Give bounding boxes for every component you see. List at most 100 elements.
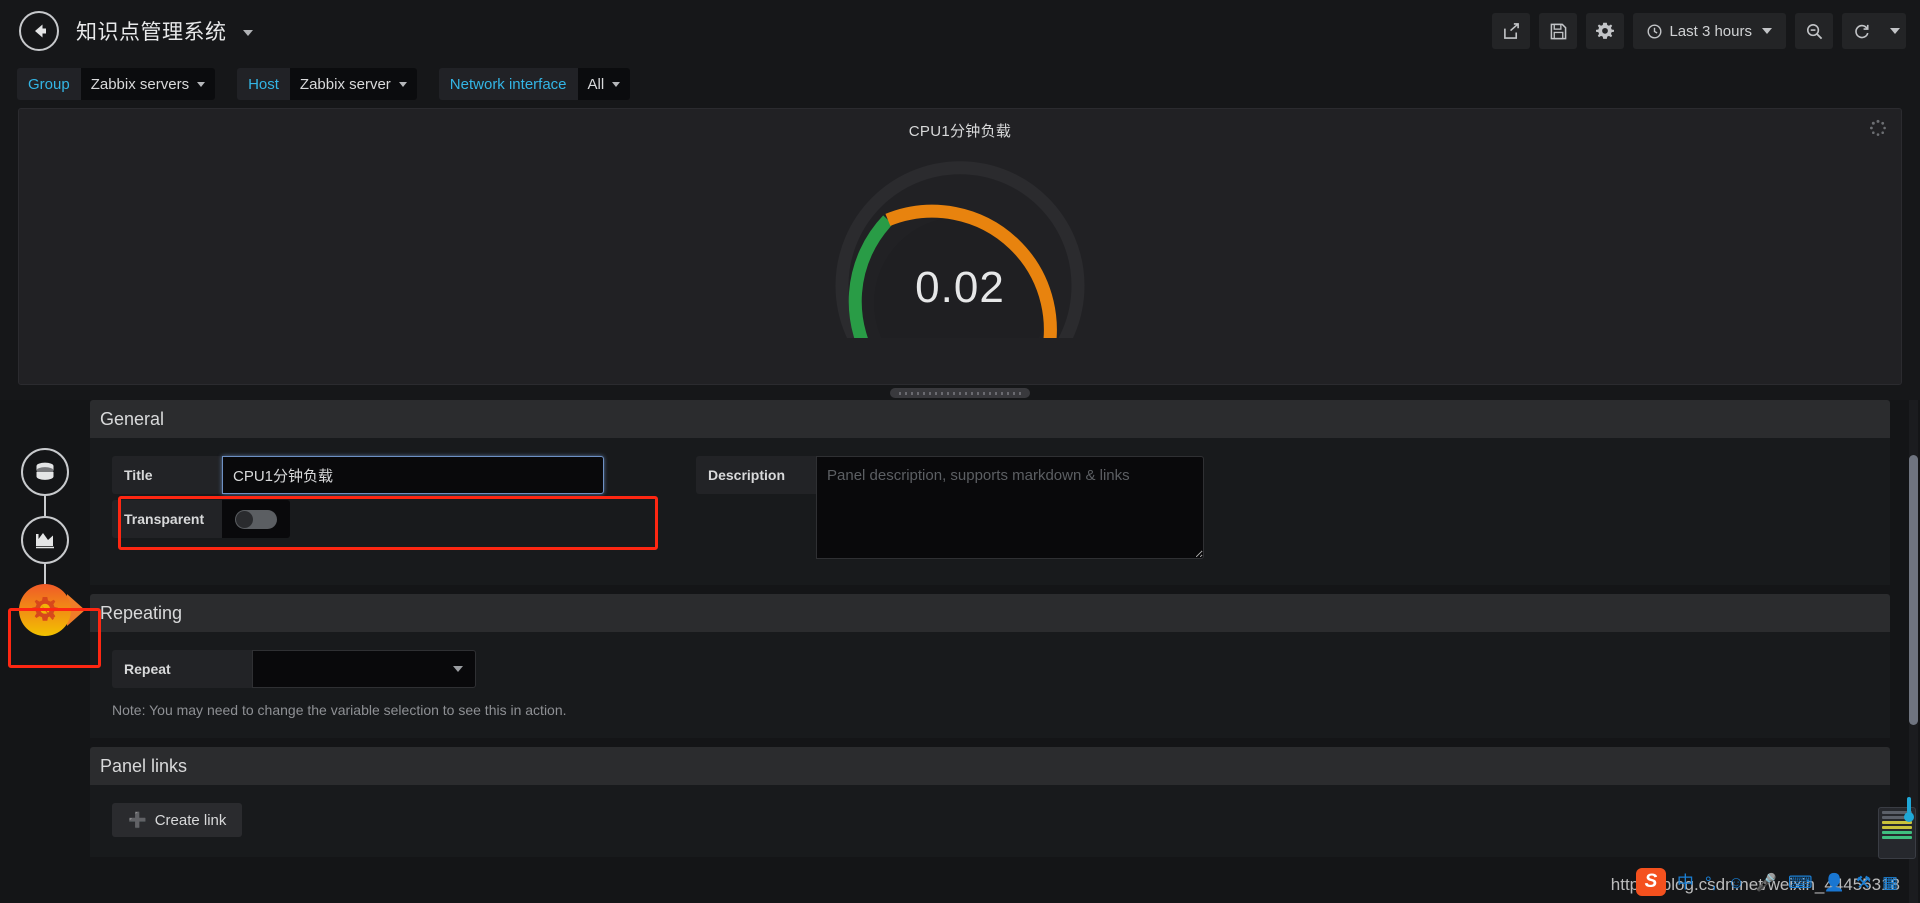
title-label: Title — [112, 456, 222, 494]
repeat-field-group: Repeat — [112, 650, 1890, 688]
toolbox-icon[interactable]: ⚒ — [1856, 874, 1871, 891]
variable-label-group: Group — [17, 68, 81, 100]
template-variable-bar: Group Zabbix servers Host Zabbix server … — [0, 62, 1920, 106]
punctuation-icon[interactable]: °, — [1705, 874, 1717, 891]
transparent-field-group: Transparent — [112, 500, 672, 538]
plus-icon: ➕ — [128, 812, 147, 829]
variable-network-interface: Network interface All — [438, 68, 631, 100]
transparent-toggle[interactable] — [222, 500, 290, 538]
description-label: Description — [696, 456, 816, 494]
create-link-label: Create link — [154, 811, 227, 829]
general-section-body: Title Transparent — [90, 438, 1890, 585]
general-tab[interactable] — [19, 584, 71, 636]
gauge-visualization: 0.02 — [825, 153, 1095, 389]
panel-title-text: CPU1分钟负载 — [908, 123, 1012, 140]
dashboard-title-text: 知识点管理系统 — [76, 21, 227, 44]
graph-area-icon — [36, 533, 54, 549]
time-range-label: Last 3 hours — [1669, 22, 1752, 40]
gauge-value-text: 0.02 — [915, 263, 1005, 312]
navbar-actions: Last 3 hours — [1492, 0, 1906, 62]
panel-description-textarea[interactable] — [816, 456, 1204, 559]
queries-tab[interactable] — [21, 448, 69, 496]
chevron-down-icon — [453, 666, 463, 672]
repeating-section-body: Repeat Note: You may need to change the … — [90, 632, 1890, 738]
refresh-button[interactable] — [1842, 13, 1880, 49]
variable-value-host: Zabbix server — [299, 75, 391, 93]
chevron-down-icon — [1889, 28, 1900, 34]
chinese-mode-icon[interactable]: 中 — [1677, 874, 1694, 891]
variable-value-network-interface: All — [587, 75, 605, 93]
save-floppy-icon — [1550, 23, 1567, 39]
visualization-tab[interactable] — [21, 516, 69, 564]
editor-scrollbar-thumb[interactable] — [1909, 455, 1918, 725]
share-dashboard-button[interactable] — [1492, 13, 1531, 49]
refresh-group — [1842, 13, 1906, 49]
general-tab-wrapper — [19, 584, 85, 636]
gear-wrench-icon — [32, 597, 58, 621]
variable-label-network-interface: Network interface — [438, 68, 578, 100]
variable-value-group: Zabbix servers — [90, 75, 190, 93]
general-fields-row: Title Transparent — [112, 456, 1890, 565]
general-left-column: Title Transparent — [112, 456, 672, 544]
variable-dropdown-host[interactable]: Zabbix server — [289, 68, 417, 100]
top-navbar: 知识点管理系统 Last 3 hours — [0, 0, 1920, 62]
variable-dropdown-network-interface[interactable]: All — [577, 68, 631, 100]
transparent-label: Transparent — [112, 500, 222, 538]
thermometer-icon — [1904, 797, 1914, 823]
dashboard-title[interactable]: 知识点管理系统 — [76, 16, 253, 46]
create-link-button[interactable]: ➕ Create link — [112, 803, 243, 837]
database-icon — [36, 462, 54, 480]
panel-links-section-header: Panel links — [90, 747, 1890, 785]
grafana-panel-edit-screen: 知识点管理系统 Last 3 hours Group Zabbix server… — [0, 0, 1920, 903]
microphone-icon[interactable]: 🎤 — [1756, 874, 1777, 891]
sogou-logo-icon[interactable]: S — [1635, 868, 1666, 896]
gear-icon — [1596, 22, 1615, 39]
panel-icon[interactable]: ▦ — [1882, 874, 1898, 891]
minimap-line — [1882, 831, 1912, 834]
panel-title-input[interactable] — [222, 456, 604, 494]
search-minus-icon — [1806, 23, 1822, 39]
dashboard-settings-button[interactable] — [1586, 13, 1625, 49]
tab-connector-line — [44, 496, 46, 516]
emoji-icon[interactable]: ☺ — [1727, 874, 1744, 891]
repeat-note: Note: You may need to change the variabl… — [112, 702, 567, 718]
save-dashboard-button[interactable] — [1539, 13, 1578, 49]
variable-host: Host Zabbix server — [237, 68, 417, 100]
user-icon[interactable]: 👤 — [1824, 874, 1845, 891]
gauge-panel[interactable]: CPU1分钟负载 0.02 — [18, 108, 1902, 398]
refresh-interval-dropdown[interactable] — [1880, 13, 1906, 49]
panel-links-section-title: Panel links — [100, 755, 188, 776]
share-icon — [1504, 22, 1519, 39]
general-section-title: General — [100, 408, 165, 429]
general-section-header: General — [90, 400, 1890, 438]
toggle-track — [235, 509, 277, 529]
arrow-left-icon — [35, 24, 46, 38]
variable-group: Group Zabbix servers — [17, 68, 216, 100]
panel-links-section-body: ➕ Create link — [90, 785, 1890, 857]
keyboard-icon[interactable]: ⌨ — [1788, 874, 1813, 891]
panel-editor-tabs — [0, 400, 90, 903]
repeat-label: Repeat — [112, 650, 252, 688]
sogou-ime-toolbar: S 中 °, ☺ 🎤 ⌨ 👤 ⚒ ▦ — [1635, 865, 1898, 899]
minimap-line — [1882, 836, 1912, 839]
clock-icon — [1647, 24, 1662, 38]
repeat-select[interactable] — [252, 650, 476, 688]
panel-resize-handle[interactable] — [890, 388, 1030, 398]
general-options-body: General Title Transparent — [90, 400, 1890, 857]
chevron-down-icon — [398, 81, 407, 87]
repeating-section-header: Repeating — [90, 594, 1890, 632]
chevron-down-icon — [197, 81, 206, 87]
variable-label-host: Host — [237, 68, 290, 100]
chevron-down-icon — [1762, 28, 1772, 34]
zoom-out-button[interactable] — [1795, 13, 1833, 49]
panel-editor-pane: General Title Transparent — [0, 400, 1920, 903]
variable-dropdown-group[interactable]: Zabbix servers — [80, 68, 216, 100]
chevron-down-icon — [612, 81, 621, 87]
repeating-section-title: Repeating — [100, 602, 183, 623]
back-button[interactable] — [19, 11, 59, 51]
loading-spinner-icon — [1869, 119, 1887, 137]
toggle-knob — [236, 510, 253, 528]
title-field-group: Title — [112, 456, 672, 494]
time-range-picker[interactable]: Last 3 hours — [1633, 13, 1786, 49]
minimap-line — [1882, 826, 1912, 829]
